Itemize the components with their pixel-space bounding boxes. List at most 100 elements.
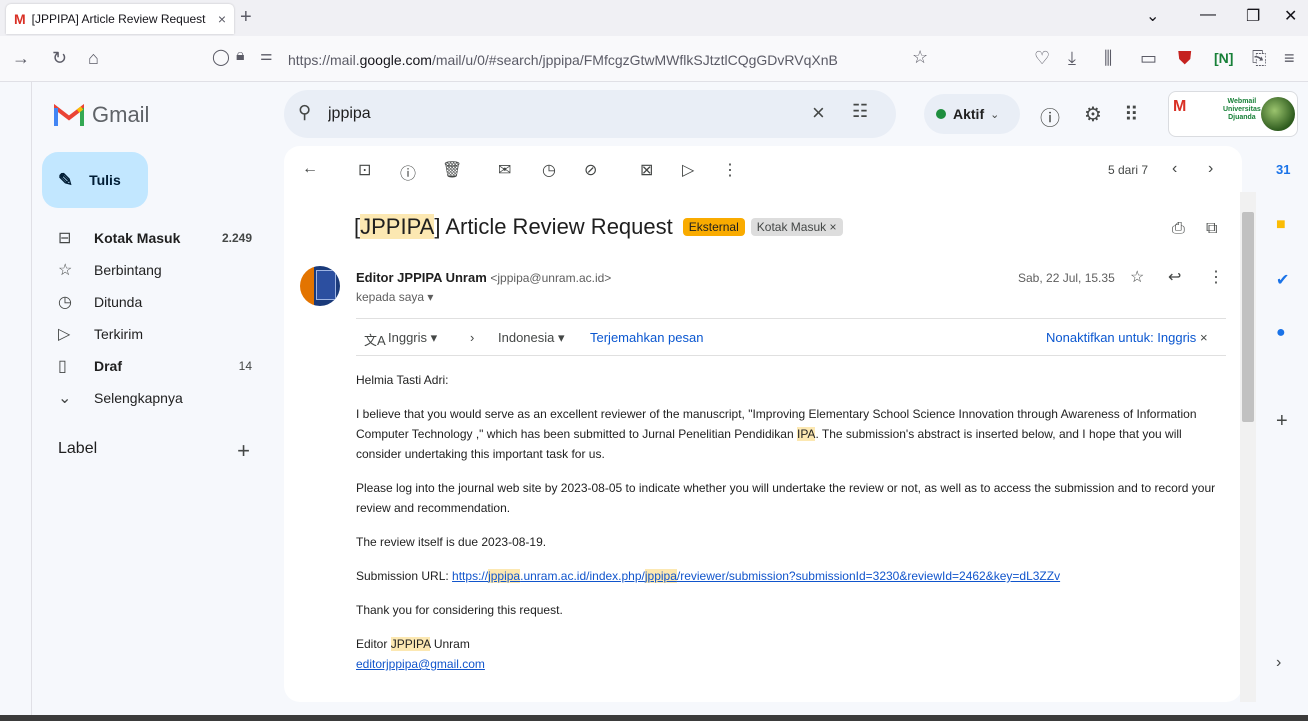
mark-unread-icon[interactable]: ✉ <box>498 160 511 180</box>
paragraph-3: The review itself is due 2023-08-19. <box>356 535 547 549</box>
paragraph-1-highlight: IPA <box>796 427 816 441</box>
sidebar-item-label: Ditunda <box>94 294 143 310</box>
status-button[interactable]: Aktif ⌄ <box>924 94 1020 134</box>
sender-avatar[interactable] <box>300 266 340 306</box>
star-icon[interactable]: ☆ <box>1130 267 1144 287</box>
browser-tab[interactable]: M [JPPIPA] Article Review Request × <box>6 4 234 34</box>
reload-icon[interactable]: ↻ <box>52 48 67 69</box>
sidebar-item-snoozed[interactable]: ◷ Ditunda <box>48 286 268 318</box>
draft-icon: ▯ <box>58 358 67 375</box>
keep-icon[interactable]: ■ <box>1276 216 1286 234</box>
url-highlight-1: jppipa <box>488 569 521 583</box>
search-options-icon[interactable]: ☷ <box>852 101 868 122</box>
tasks-icon[interactable]: ✔ <box>1276 270 1289 290</box>
home-icon[interactable]: ⌂ <box>88 48 99 69</box>
reply-icon[interactable]: ↩ <box>1168 267 1181 287</box>
add-label-icon[interactable]: + <box>237 438 250 464</box>
inbox-chip[interactable]: Kotak Masuk × <box>750 218 843 236</box>
translate-icon: 文A <box>364 333 386 348</box>
compose-button[interactable]: ✎ Tulis <box>42 152 148 208</box>
message-body: Helmia Tasti Adri: I believe that you wo… <box>356 370 1226 674</box>
target-language-label: Indonesia <box>498 330 555 345</box>
sender-line: Editor JPPIPA Unram <jppipa@unram.ac.id> <box>356 270 611 285</box>
calendar-icon[interactable]: 31 <box>1276 162 1290 177</box>
url-part-b: .unram.ac.id/index.php/ <box>520 569 645 583</box>
search-icon[interactable]: ⚲ <box>298 102 311 123</box>
lock-icon[interactable]: 🔒︎ <box>236 47 245 65</box>
new-tab-button[interactable]: + <box>240 6 252 29</box>
search-bar[interactable]: ⚲ × ☷ <box>284 90 896 138</box>
sidebar-icon[interactable]: ▭ <box>1140 48 1157 69</box>
snooze-icon[interactable]: ◷ <box>542 160 556 180</box>
url-text[interactable]: https://mail.google.com/mail/u/0/#search… <box>288 52 838 68</box>
gmail-logo[interactable]: Gmail <box>54 102 149 128</box>
library-icon[interactable]: ⫼ <box>1104 48 1112 69</box>
print-icon[interactable]: ⎙ <box>1172 220 1185 238</box>
shield-icon[interactable]: ◯ <box>212 47 230 67</box>
target-language-select[interactable]: Indonesia ▾ <box>498 330 565 346</box>
move-to-icon[interactable]: ⊠ <box>640 160 653 180</box>
forward-icon[interactable]: → <box>12 48 30 69</box>
inbox-icon: ⊟ <box>58 230 72 247</box>
pocket-icon[interactable]: ♡ <box>1034 48 1050 69</box>
n-extension-icon[interactable]: [N] <box>1214 50 1233 66</box>
more-options-icon[interactable]: ⋮ <box>722 160 738 180</box>
menu-icon[interactable]: ≡ <box>1284 48 1295 69</box>
expand-panel-icon[interactable]: › <box>1276 654 1281 672</box>
disable-translate-label: Nonaktifkan untuk: Inggris <box>1046 330 1197 345</box>
close-icon[interactable]: × <box>1200 330 1208 345</box>
sidebar-item-starred[interactable]: ☆ Berbintang <box>48 254 268 286</box>
delete-icon[interactable]: 🗑︎ <box>442 160 462 180</box>
search-input[interactable] <box>328 102 728 126</box>
clear-search-icon[interactable]: × <box>812 100 825 126</box>
add-addon-icon[interactable]: + <box>1276 410 1288 433</box>
account-badge[interactable]: M Webmail Universitas Djuanda <box>1168 91 1298 137</box>
url-bar[interactable]: ◯ 🔒︎ ⚌ https://mail.google.com/mail/u/0/… <box>200 44 940 76</box>
subject-text: [JPPIPA] Article Review Request <box>354 214 673 240</box>
bookmark-star-icon[interactable]: ☆ <box>912 47 928 68</box>
sidebar-item-inbox[interactable]: ⊟ Kotak Masuk 2.249 <box>48 222 268 254</box>
apps-grid-icon[interactable]: ⠿ <box>1124 102 1139 127</box>
labels-heading: Label <box>58 440 98 457</box>
back-arrow-icon[interactable]: ← <box>302 160 318 178</box>
avatar[interactable] <box>1261 97 1295 131</box>
star-icon: ☆ <box>58 262 73 279</box>
recipient-dropdown[interactable]: kepada saya ▾ <box>356 290 433 304</box>
greeting: Helmia Tasti Adri: <box>356 373 449 387</box>
signature-line: Editor JPPIPA Unram editorjppipa@gmail.co… <box>356 634 1226 674</box>
previous-icon[interactable]: ‹ <box>1172 160 1177 178</box>
archive-icon[interactable]: ⊡ <box>358 160 371 180</box>
settings-gear-icon[interactable]: ⚙ <box>1084 102 1102 127</box>
help-icon[interactable]: ⓘ <box>1040 102 1060 131</box>
scrollbar-thumb[interactable] <box>1242 212 1254 422</box>
sidebar-item-more[interactable]: ⌄ Selengkapnya <box>48 382 268 414</box>
next-icon[interactable]: › <box>1208 160 1213 178</box>
signature-email-link[interactable]: editorjppipa@gmail.com <box>356 657 485 671</box>
download-icon[interactable]: ⤓ <box>1068 48 1076 69</box>
inbox-chip-remove-button[interactable]: × <box>830 220 837 234</box>
submission-url-link[interactable]: https://jppipa.unram.ac.id/index.php/jpp… <box>452 569 1060 583</box>
disable-translate-link[interactable]: Nonaktifkan untuk: Inggris × <box>1046 330 1208 345</box>
send-icon: ▷ <box>58 326 71 343</box>
tab-close-button[interactable]: × <box>218 11 226 27</box>
translate-message-link[interactable]: Terjemahkan pesan <box>590 330 703 345</box>
add-task-icon[interactable]: ⊘ <box>584 160 597 180</box>
window-close-button[interactable]: ✕ <box>1284 6 1297 26</box>
source-language-select[interactable]: Inggris ▾ <box>388 330 437 346</box>
sidebar-item-drafts[interactable]: ▯ Draf 14 <box>48 350 268 382</box>
open-new-window-icon[interactable]: ⧉ <box>1206 220 1217 238</box>
more-vert-icon[interactable]: ⋮ <box>1208 267 1224 287</box>
minimize-button[interactable]: — <box>1200 6 1216 24</box>
report-spam-icon[interactable]: ⓘ <box>400 160 416 184</box>
share-icon[interactable]: ⎘ <box>1252 48 1266 69</box>
message-scrollbar[interactable] <box>1240 192 1256 702</box>
signature-b: Unram <box>430 637 470 651</box>
restore-button[interactable]: ❐ <box>1246 6 1260 26</box>
label-icon[interactable]: ▷ <box>682 160 694 180</box>
contacts-icon[interactable]: ● <box>1276 324 1286 342</box>
sender-name[interactable]: Editor JPPIPA Unram <box>356 270 487 285</box>
tab-list-icon[interactable]: ⌄ <box>1146 6 1159 26</box>
ublock-extension-icon[interactable]: ⛊ <box>1178 48 1192 69</box>
sidebar-item-sent[interactable]: ▷ Terkirim <box>48 318 268 350</box>
permissions-icon[interactable]: ⚌ <box>260 47 273 64</box>
